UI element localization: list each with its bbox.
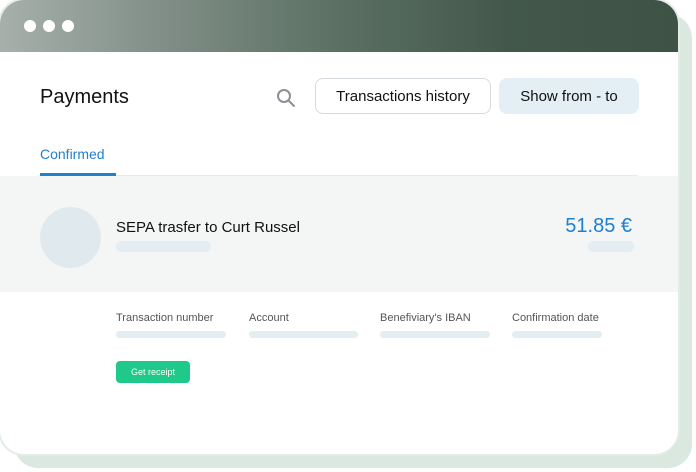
page-title: Payments — [40, 86, 129, 108]
main-content: Payments Transactions history Show from … — [0, 52, 678, 454]
window-dot-minimize[interactable] — [43, 20, 55, 32]
transaction-title: SEPA trasfer to Curt Russel — [116, 219, 300, 236]
transaction-row[interactable]: SEPA trasfer to Curt Russel 51.85 € — [0, 176, 678, 292]
show-from-to-button[interactable]: Show from - to — [499, 78, 639, 114]
avatar — [40, 207, 101, 268]
transaction-subtitle-placeholder — [116, 241, 211, 252]
detail-value-placeholder — [512, 331, 602, 338]
amount-subtitle-placeholder — [588, 241, 634, 252]
transaction-amount: 51.85 € — [565, 215, 632, 237]
window-dot-maximize[interactable] — [62, 20, 74, 32]
detail-confirmation-date: Confirmation date — [512, 312, 602, 338]
detail-label: Account — [249, 312, 289, 324]
detail-label: Confirmation date — [512, 312, 599, 324]
detail-beneficiary-iban: Benefiviary's IBAN — [380, 312, 490, 338]
app-window: Payments Transactions history Show from … — [0, 0, 678, 454]
detail-account: Account — [249, 312, 358, 338]
detail-value-placeholder — [380, 331, 490, 338]
tab-confirmed[interactable]: Confirmed — [40, 146, 105, 162]
detail-label: Transaction number — [116, 312, 214, 324]
detail-label: Benefiviary's IBAN — [380, 312, 471, 324]
detail-transaction-number: Transaction number — [116, 312, 226, 338]
search-icon[interactable] — [276, 88, 296, 108]
get-receipt-button[interactable]: Get receipt — [116, 361, 190, 383]
title-bar — [0, 0, 678, 52]
detail-value-placeholder — [249, 331, 358, 338]
window-dot-close[interactable] — [24, 20, 36, 32]
detail-value-placeholder — [116, 331, 226, 338]
transactions-history-button[interactable]: Transactions history — [315, 78, 491, 114]
